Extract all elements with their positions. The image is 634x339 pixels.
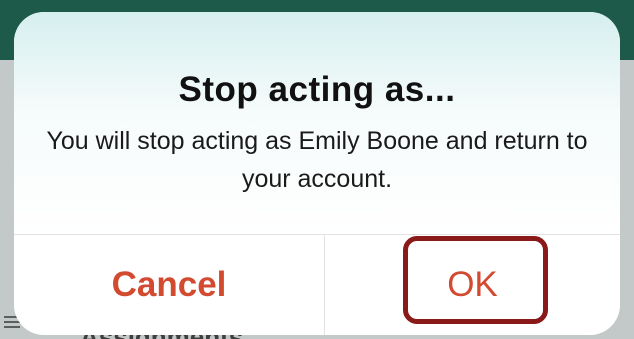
- alert-message: You will stop acting as Emily Boone and …: [46, 127, 588, 193]
- alert-title: Stop acting as...: [178, 70, 456, 109]
- ok-highlight-box: [403, 236, 548, 324]
- cancel-button[interactable]: Cancel: [14, 235, 324, 335]
